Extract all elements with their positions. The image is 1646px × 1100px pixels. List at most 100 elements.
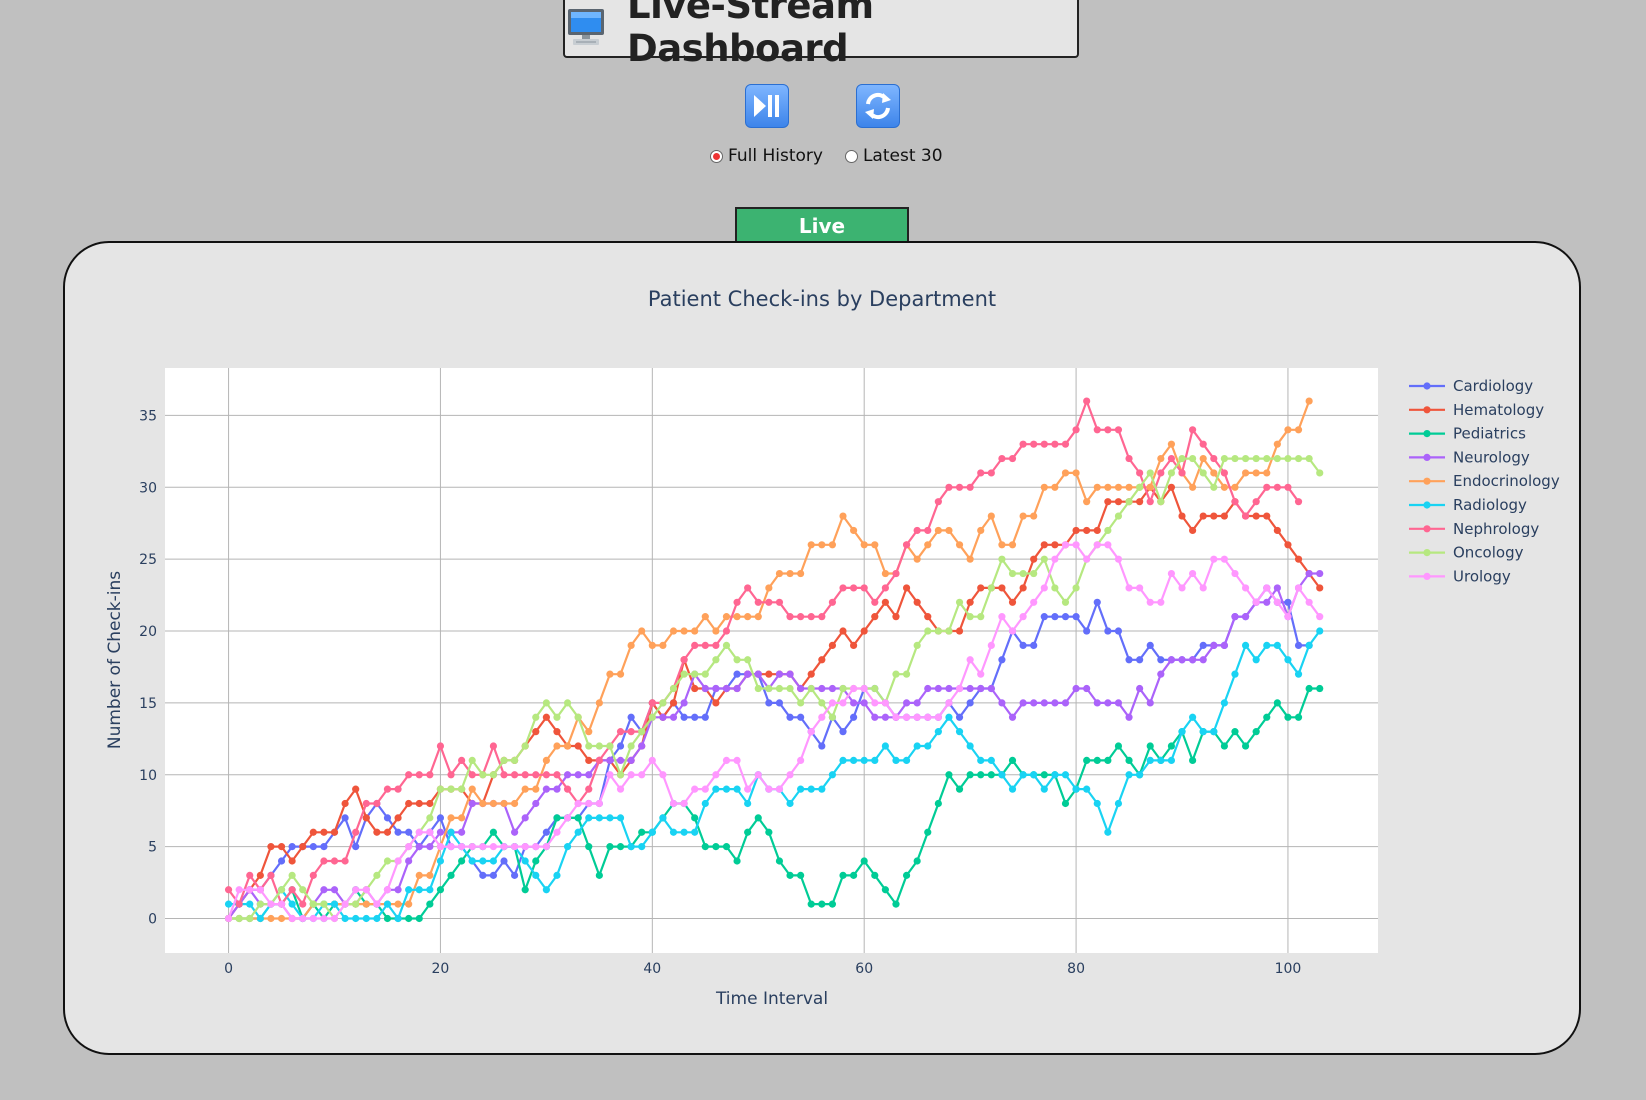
data-point xyxy=(1030,771,1038,779)
data-point xyxy=(1146,756,1154,764)
y-axis-label: Number of Check-ins xyxy=(105,571,125,749)
legend-item-radiology[interactable]: Radiology xyxy=(1409,496,1527,514)
data-point xyxy=(616,785,625,793)
data-point xyxy=(722,641,731,650)
data-point xyxy=(733,857,741,865)
data-point xyxy=(1157,756,1165,764)
data-point xyxy=(1114,512,1123,520)
data-point xyxy=(1231,728,1239,736)
data-point xyxy=(701,641,709,650)
data-point xyxy=(1157,469,1165,477)
legend-item-pediatrics[interactable]: Pediatrics xyxy=(1409,425,1526,443)
data-point xyxy=(415,886,423,894)
data-point xyxy=(807,785,815,793)
data-point xyxy=(850,684,858,693)
data-point xyxy=(1284,426,1292,434)
data-point xyxy=(860,756,868,764)
data-point xyxy=(1263,454,1271,463)
data-point xyxy=(797,713,805,721)
data-point xyxy=(1061,469,1070,477)
legend-item-endocrinology[interactable]: Endocrinology xyxy=(1409,472,1560,490)
data-point xyxy=(394,914,402,923)
data-point xyxy=(733,756,741,764)
data-point xyxy=(500,857,508,865)
data-point xyxy=(881,713,889,721)
data-point xyxy=(712,699,720,707)
data-point xyxy=(1146,742,1154,750)
data-point xyxy=(426,871,434,879)
data-point xyxy=(669,828,678,836)
data-point xyxy=(458,785,466,793)
data-point xyxy=(532,728,540,736)
legend-item-hematology[interactable]: Hematology xyxy=(1409,401,1544,419)
data-point xyxy=(330,900,339,908)
data-point xyxy=(1284,656,1292,664)
data-point xyxy=(383,785,392,793)
legend-item-cardiology[interactable]: Cardiology xyxy=(1409,377,1533,395)
data-point xyxy=(945,526,953,535)
data-point xyxy=(691,641,699,650)
data-point xyxy=(1273,699,1281,707)
data-point xyxy=(913,699,921,707)
data-point xyxy=(913,857,921,865)
data-point xyxy=(1273,598,1281,606)
data-point xyxy=(489,742,498,750)
data-point xyxy=(1231,483,1239,491)
data-point xyxy=(309,914,317,923)
data-point xyxy=(574,742,582,750)
data-point xyxy=(532,843,540,851)
data-point xyxy=(1114,426,1123,434)
legend-item-urology[interactable]: Urology xyxy=(1409,567,1511,585)
data-point xyxy=(1040,699,1048,707)
data-point xyxy=(871,699,879,707)
data-point xyxy=(1114,699,1123,707)
data-point xyxy=(585,799,593,808)
data-point xyxy=(1125,771,1133,779)
data-point xyxy=(934,627,942,635)
data-point xyxy=(955,541,964,549)
legend-item-oncology[interactable]: Oncology xyxy=(1409,544,1524,562)
data-point xyxy=(510,799,519,808)
data-point xyxy=(489,799,498,808)
data-point xyxy=(1019,569,1027,578)
x-tick-label: 20 xyxy=(432,961,450,977)
data-point xyxy=(1167,454,1176,463)
data-point xyxy=(1284,483,1292,491)
data-point xyxy=(1008,713,1017,721)
data-point xyxy=(1136,469,1144,477)
data-point xyxy=(892,900,900,908)
data-point xyxy=(277,914,286,923)
legend-item-neurology[interactable]: Neurology xyxy=(1409,448,1530,466)
data-point xyxy=(246,871,254,879)
data-point xyxy=(680,670,688,678)
data-point xyxy=(330,857,339,865)
data-point xyxy=(966,613,974,621)
data-point xyxy=(807,541,815,549)
data-point xyxy=(1093,699,1101,707)
data-point xyxy=(521,785,529,793)
data-point xyxy=(627,843,635,851)
data-point xyxy=(892,756,900,764)
data-point xyxy=(828,900,837,908)
data-point xyxy=(871,541,879,549)
data-point xyxy=(352,886,360,894)
x-tick-label: 60 xyxy=(855,961,873,977)
data-point xyxy=(966,483,974,491)
data-point xyxy=(1273,483,1281,491)
data-point xyxy=(563,699,572,707)
data-point xyxy=(320,828,328,836)
data-point xyxy=(1252,498,1260,506)
data-point xyxy=(521,886,529,894)
y-tick-label: 25 xyxy=(139,552,157,568)
data-point xyxy=(945,483,953,491)
data-point xyxy=(786,799,794,808)
data-point xyxy=(860,857,868,865)
legend-item-nephrology[interactable]: Nephrology xyxy=(1409,520,1539,538)
data-point xyxy=(458,857,466,865)
data-point xyxy=(224,914,233,923)
data-point xyxy=(818,541,826,549)
data-point xyxy=(1199,656,1207,664)
data-point xyxy=(362,814,370,822)
data-point xyxy=(447,871,455,879)
data-point xyxy=(542,785,550,793)
